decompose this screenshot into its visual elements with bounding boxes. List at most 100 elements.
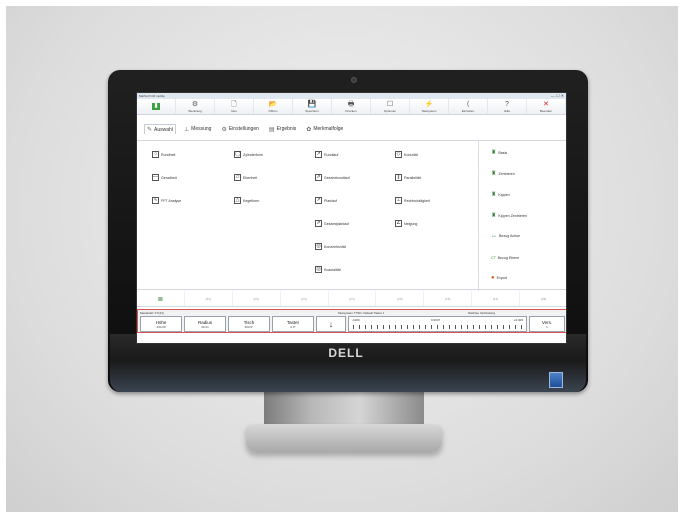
scale-ticks bbox=[353, 325, 522, 329]
function-key[interactable]: [F6] bbox=[424, 291, 473, 306]
tab-auswahl[interactable]: ✎ Auswahl bbox=[144, 124, 176, 134]
feature-button[interactable]: ↗ Rundlauf bbox=[315, 151, 338, 158]
feature-icon: ◎ bbox=[315, 266, 322, 273]
window-title: MarSurf CM mobile bbox=[139, 94, 165, 98]
scale-mid: 0.0047 bbox=[431, 318, 441, 322]
ribbon-button-optionen[interactable]: ☐ Optionen bbox=[371, 99, 410, 114]
feature-label: Geradheit bbox=[161, 175, 177, 180]
tab-icon: ✿ bbox=[306, 126, 312, 133]
alignment-panel: ♜ Basis ♜ Zentrieren ♜ Kippen ♜ Kippen Zentrier… bbox=[478, 141, 566, 291]
oeffnen-icon: 📂 bbox=[268, 100, 278, 108]
function-key[interactable]: [F3] bbox=[281, 291, 329, 306]
feature-button[interactable]: ⇗ Gesamtplanlauf bbox=[315, 220, 349, 227]
feature-button[interactable]: — Geradheit bbox=[152, 174, 177, 181]
feature-label: Gesamtrundlauf bbox=[324, 175, 350, 180]
feature-label: Rundheit bbox=[161, 152, 176, 157]
feature-button[interactable]: ∿ FFT Analyse bbox=[152, 197, 181, 204]
alignment-button[interactable]: ♜ Kippen Zentrieren bbox=[491, 212, 527, 219]
feature-button[interactable]: ⊥ Rechtwinkligkeit bbox=[395, 197, 430, 204]
readout-value: 300.0° bbox=[244, 324, 254, 329]
ribbon-button-tastsystem[interactable]: ⚡ Tastsystem bbox=[410, 99, 449, 114]
drucken-icon: 🖶 bbox=[347, 100, 355, 108]
function-key[interactable]: [F5] bbox=[376, 291, 425, 306]
alignment-label: Bezug Ebene bbox=[497, 255, 520, 260]
readout-cell: Taster 0.0° bbox=[272, 316, 314, 332]
function-key[interactable]: [F2] bbox=[233, 291, 281, 306]
ribbon-button-drucken[interactable]: 🖶 Drucken bbox=[332, 99, 371, 114]
ribbon-button-einheiten[interactable]: ⟨ Einheiten bbox=[449, 99, 488, 114]
function-keys: ≣ [F1] [F2] [F3] [F4] [F5] [F6] [F7] [F8] bbox=[137, 291, 566, 307]
einheiten-icon: ⟨ bbox=[466, 100, 470, 108]
feature-icon: ∠ bbox=[395, 220, 402, 227]
tab-einstellungen[interactable]: ⚙ Einstellungen bbox=[219, 125, 260, 134]
feature-button[interactable]: ◇ Konizität bbox=[395, 151, 418, 158]
ribbon-button-hilfe[interactable]: ? Hilfe bbox=[488, 99, 527, 114]
feature-button[interactable]: △ Kegelform bbox=[234, 197, 259, 204]
scale-min: -1000 bbox=[352, 318, 360, 322]
tab-messung[interactable]: ⊥ Messung bbox=[182, 125, 214, 134]
alignment-button[interactable]: ♜ Kippen bbox=[491, 191, 510, 198]
feature-button[interactable]: ◯ Zylinderform bbox=[234, 151, 263, 158]
function-key[interactable]: [F8] bbox=[520, 291, 566, 306]
webcam-icon bbox=[351, 77, 357, 83]
feature-label: Rundlauf bbox=[324, 152, 339, 157]
alignment-button[interactable]: ▱ Bezug Ebene bbox=[491, 254, 519, 261]
ribbon-label: Tastsystem bbox=[421, 108, 437, 113]
ribbon-label: Neu bbox=[231, 108, 237, 113]
feature-icon: ↗ bbox=[315, 197, 322, 204]
function-key[interactable]: [F1] bbox=[185, 291, 233, 306]
ribbon-label: Speichern bbox=[305, 108, 319, 113]
feature-icon: ⊥ bbox=[395, 197, 402, 204]
ribbon-button-speichern[interactable]: 💾 Speichern bbox=[293, 99, 332, 114]
beenden-icon: ✕ bbox=[543, 100, 549, 108]
alignment-button[interactable]: ♜ Zentrieren bbox=[491, 170, 515, 177]
readout-cell: Tisch 300.0° bbox=[228, 316, 270, 332]
tab-ergebnis[interactable]: ▤ Ergebnis bbox=[267, 125, 298, 134]
ribbon-button-tools[interactable]: ⚙ Werkzeug bbox=[176, 99, 215, 114]
feature-button[interactable]: ◎ Koaxialität bbox=[315, 266, 341, 273]
ribbon-button-neu[interactable]: 🗋 Neu bbox=[215, 99, 254, 114]
feature-label: Konzentrizität bbox=[324, 244, 346, 249]
tab-icon: ▤ bbox=[268, 126, 275, 133]
readout-value: 40.21 bbox=[201, 324, 209, 329]
alignment-button[interactable]: ↔ Bezug Achse bbox=[491, 233, 520, 239]
ribbon-button-oeffnen[interactable]: 📂 Öffnen bbox=[254, 99, 293, 114]
alignment-icon: ♜ bbox=[491, 213, 497, 219]
ribbon-button-new[interactable]: ▮ bbox=[137, 99, 176, 114]
status-force: Messkraft: 0.5 [N] bbox=[140, 311, 164, 315]
function-key[interactable]: [F4] bbox=[329, 291, 377, 306]
feature-icon: — bbox=[152, 174, 159, 181]
status-bar: Messkraft: 0.5 [N] Tastsystem T7W1: Defa… bbox=[137, 309, 566, 333]
readout-cell: Radius 40.21 bbox=[184, 316, 226, 332]
feature-button[interactable]: ◎ Konzentrizität bbox=[315, 243, 346, 250]
alignment-icon: ↔ bbox=[491, 233, 497, 239]
feature-button[interactable]: ⇗ Gesamtrundlauf bbox=[315, 174, 350, 181]
monitor-stand-base bbox=[246, 424, 442, 452]
arrow-down-icon[interactable]: ↓ bbox=[316, 316, 346, 332]
window-controls[interactable]: — ☐ ✕ bbox=[551, 93, 564, 99]
ribbon-label: Drucken bbox=[345, 108, 357, 113]
alignment-icon: ♜ bbox=[491, 171, 497, 177]
feature-button[interactable]: ↗ Planlauf bbox=[315, 197, 337, 204]
feature-button[interactable]: ○ Rundheit bbox=[152, 151, 175, 158]
alignment-button[interactable]: ● Export bbox=[491, 275, 507, 281]
tab-label: Ergebnis bbox=[276, 126, 297, 132]
feature-button[interactable]: ▱ Ebenheit bbox=[234, 174, 257, 181]
new-icon: ▮ bbox=[152, 103, 160, 110]
feature-label: Kegelform bbox=[243, 198, 260, 203]
alignment-label: Bezug Achse bbox=[499, 234, 520, 238]
function-key[interactable]: [F7] bbox=[472, 291, 521, 306]
tools-icon: ⚙ bbox=[191, 100, 199, 108]
speichern-icon: 💾 bbox=[307, 100, 317, 108]
ribbon-label: Optionen bbox=[383, 108, 397, 113]
tab-merkmalfolge[interactable]: ✿ Merkmalfolge bbox=[304, 125, 345, 134]
sequence-stack-icon[interactable]: ≣ bbox=[137, 291, 185, 306]
feature-label: Koaxialität bbox=[324, 267, 341, 272]
ribbon-button-beenden[interactable]: ✕ Beenden bbox=[527, 99, 566, 114]
status-readouts: Höhe 100.00 Radius 40.21 Tisch 300.0° Taster 0.… bbox=[138, 316, 566, 332]
feature-button[interactable]: ∠ Neigung bbox=[395, 220, 417, 227]
alignment-button[interactable]: ♜ Basis bbox=[491, 149, 507, 156]
feature-button[interactable]: ∥ Parallelität bbox=[395, 174, 421, 181]
alignment-label: Kippen Zentrieren bbox=[498, 213, 527, 218]
feature-icon: ◇ bbox=[395, 151, 402, 158]
